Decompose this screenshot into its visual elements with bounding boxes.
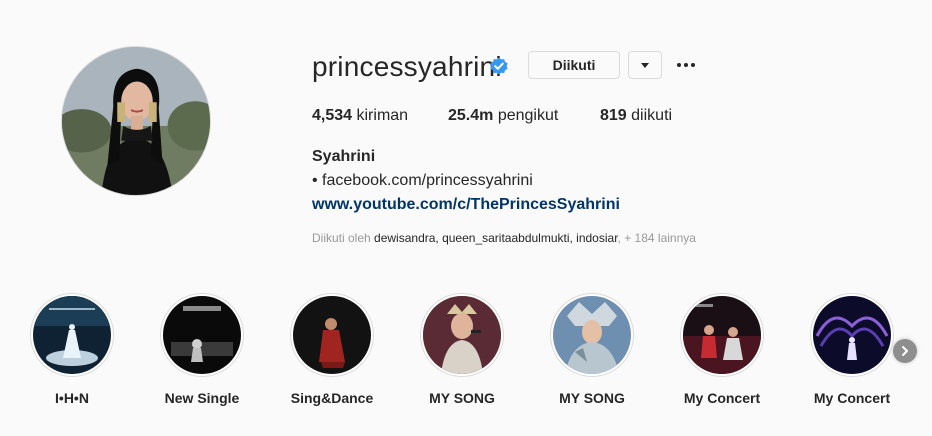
- following-count-label: diikuti: [631, 107, 673, 124]
- profile-website-link[interactable]: www.youtube.com/c/ThePrincesSyahrini: [312, 195, 620, 215]
- followed-by-line[interactable]: Diikuti oleh dewisandra, queen_saritaabd…: [312, 231, 696, 245]
- profile-username: princessyahrini: [312, 51, 502, 82]
- highlight-thumbnail: [163, 296, 241, 374]
- highlight-thumbnail: [683, 296, 761, 374]
- highlight-label: My Concert: [683, 390, 761, 406]
- highlight-item[interactable]: MY SONG: [542, 293, 642, 406]
- highlight-thumbnail: [553, 296, 631, 374]
- highlight-label: Sing&Dance: [290, 390, 374, 406]
- profile-full-name: Syahrini: [312, 148, 376, 165]
- followers-count-value: 25.4m: [448, 107, 494, 124]
- posts-count-label: kiriman: [356, 107, 409, 124]
- highlight-ring: [30, 293, 114, 377]
- followers-count[interactable]: 25.4m pengikut: [448, 106, 558, 126]
- profile-page: princessyahrini Diikuti 4,534 kiriman 25…: [0, 0, 932, 436]
- more-options-icon[interactable]: [674, 56, 698, 74]
- highlight-thumbnail: [813, 296, 891, 374]
- chevron-right-icon[interactable]: [893, 339, 917, 363]
- highlight-ring: [810, 293, 894, 377]
- highlight-item[interactable]: MY SONG: [412, 293, 512, 406]
- highlight-ring: [550, 293, 634, 377]
- posts-count: 4,534 kiriman: [312, 106, 408, 126]
- highlight-ring: [290, 293, 374, 377]
- suggestions-dropdown-button[interactable]: [628, 51, 662, 79]
- profile-bio: • facebook.com/princessyahrini: [312, 172, 533, 189]
- following-button[interactable]: Diikuti: [528, 51, 620, 79]
- highlight-label: New Single: [164, 390, 240, 406]
- highlight-label: MY SONG: [429, 390, 495, 406]
- highlight-label: MY SONG: [559, 390, 625, 406]
- highlight-label: I•H•N: [55, 390, 89, 406]
- highlight-ring: [160, 293, 244, 377]
- highlight-item[interactable]: My Concert: [802, 293, 902, 406]
- followers-count-label: pengikut: [497, 107, 559, 124]
- highlight-item[interactable]: New Single: [152, 293, 252, 406]
- triangle-down-icon: [641, 62, 649, 68]
- highlight-label: My Concert: [813, 390, 891, 406]
- highlight-item[interactable]: My Concert: [672, 293, 772, 406]
- highlight-thumbnail: [293, 296, 371, 374]
- highlight-item[interactable]: I•H•N: [22, 293, 122, 406]
- followed-by-prefix: Diikuti oleh: [312, 231, 371, 245]
- highlight-ring: [680, 293, 764, 377]
- followed-by-names: dewisandra, queen_saritaabdulmukti, indo…: [374, 231, 618, 245]
- highlight-thumbnail: [423, 296, 501, 374]
- following-count[interactable]: 819 diikuti: [600, 106, 672, 126]
- verified-badge-icon: [490, 57, 508, 75]
- avatar-photo: [62, 47, 210, 195]
- highlight-thumbnail: [33, 296, 111, 374]
- following-count-value: 819: [600, 107, 627, 124]
- highlight-item[interactable]: Sing&Dance: [282, 293, 382, 406]
- profile-avatar[interactable]: [61, 46, 211, 196]
- highlight-ring: [420, 293, 504, 377]
- posts-count-value: 4,534: [312, 107, 353, 124]
- followed-by-more: + 184 lainnya: [624, 231, 696, 245]
